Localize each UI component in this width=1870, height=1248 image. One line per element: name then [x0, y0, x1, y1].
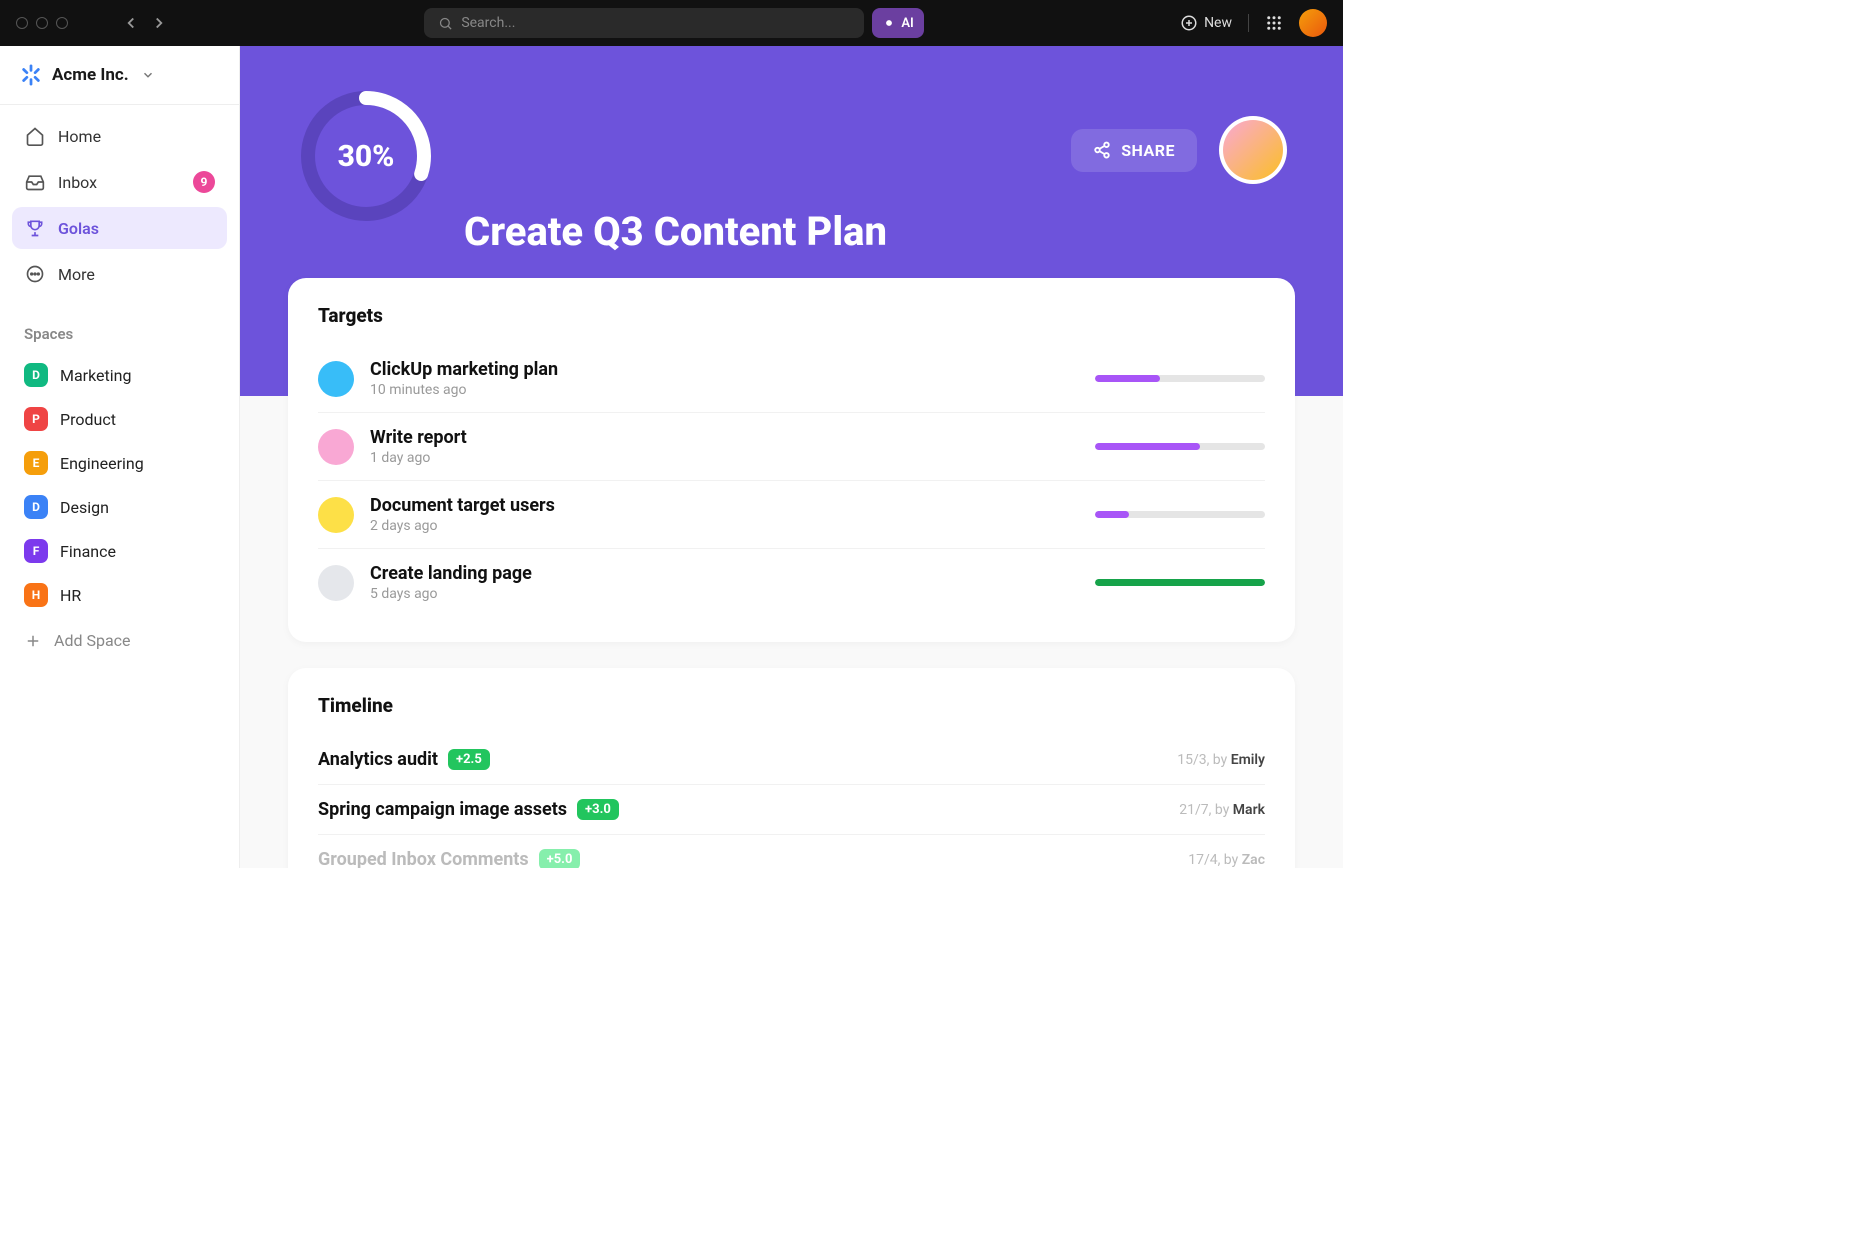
timeline-heading: Timeline — [318, 694, 1265, 717]
inbox-badge: 9 — [193, 171, 215, 193]
space-item[interactable]: D Design — [0, 485, 239, 529]
timeline-meta: 21/7, by Mark — [1179, 802, 1265, 818]
target-title: ClickUp marketing plan — [370, 359, 1079, 380]
divider — [1248, 14, 1249, 32]
more-icon — [25, 264, 45, 284]
progress-percent: 30% — [296, 86, 436, 226]
workspace-name: Acme Inc. — [52, 65, 129, 85]
trophy-icon — [25, 218, 45, 238]
space-item[interactable]: F Finance — [0, 529, 239, 573]
target-row[interactable]: Write report 1 day ago — [318, 413, 1265, 481]
target-row[interactable]: Document target users 2 days ago — [318, 481, 1265, 549]
space-name: Marketing — [60, 366, 131, 385]
window-controls[interactable] — [16, 17, 68, 29]
close-dot[interactable] — [16, 17, 28, 29]
apps-grid-icon[interactable] — [1265, 14, 1283, 32]
space-name: Product — [60, 410, 116, 429]
assignee-avatar — [318, 361, 354, 397]
progress-bar — [1095, 511, 1265, 518]
target-row[interactable]: Create landing page 5 days ago — [318, 549, 1265, 616]
space-badge: P — [24, 407, 48, 431]
add-space-button[interactable]: Add Space — [0, 617, 239, 664]
share-icon — [1093, 141, 1111, 159]
nav-inbox[interactable]: Inbox 9 — [12, 161, 227, 203]
assignee-avatar — [318, 497, 354, 533]
space-name: Engineering — [60, 454, 144, 473]
sparkle-icon — [882, 16, 896, 30]
search-placeholder: Search... — [461, 15, 515, 31]
targets-card: Targets ClickUp marketing plan 10 minute… — [288, 278, 1295, 642]
plus-circle-icon — [1180, 14, 1198, 32]
space-item[interactable]: P Product — [0, 397, 239, 441]
page-title: Create Q3 Content Plan — [464, 208, 887, 255]
space-name: Finance — [60, 542, 116, 561]
target-title: Create landing page — [370, 563, 1079, 584]
user-avatar[interactable] — [1299, 9, 1327, 37]
progress-ring: 30% — [296, 86, 436, 226]
timeline-row[interactable]: Spring campaign image assets +3.0 21/7, … — [318, 785, 1265, 835]
workspace-switcher[interactable]: Acme Inc. — [0, 46, 239, 105]
new-button[interactable]: New — [1180, 14, 1232, 32]
maximize-dot[interactable] — [56, 17, 68, 29]
timeline-card: Timeline Analytics audit +2.5 15/3, by E… — [288, 668, 1295, 868]
timeline-meta: 17/4, by Zac — [1188, 852, 1265, 868]
space-item[interactable]: H HR — [0, 573, 239, 617]
target-meta: 5 days ago — [370, 586, 1079, 602]
progress-bar — [1095, 375, 1265, 382]
search-icon — [438, 16, 453, 31]
ai-button[interactable]: AI — [872, 8, 923, 38]
titlebar: Search... AI New — [0, 0, 1343, 46]
forward-icon[interactable] — [150, 14, 168, 32]
home-icon — [25, 126, 45, 146]
timeline-title: Spring campaign image assets — [318, 799, 567, 820]
assignee-avatar — [318, 565, 354, 601]
space-badge: E — [24, 451, 48, 475]
target-meta: 10 minutes ago — [370, 382, 1079, 398]
back-icon[interactable] — [122, 14, 140, 32]
target-title: Document target users — [370, 495, 1079, 516]
share-button[interactable]: SHARE — [1071, 129, 1197, 172]
owner-avatar[interactable] — [1219, 116, 1287, 184]
targets-heading: Targets — [318, 304, 1265, 327]
space-badge: D — [24, 495, 48, 519]
plus-icon — [24, 632, 42, 650]
assignee-avatar — [318, 429, 354, 465]
target-meta: 2 days ago — [370, 518, 1079, 534]
nav-goals[interactable]: Golas — [12, 207, 227, 249]
timeline-badge: +3.0 — [577, 799, 619, 820]
minimize-dot[interactable] — [36, 17, 48, 29]
inbox-icon — [25, 172, 45, 192]
space-name: Design — [60, 498, 109, 517]
space-badge: H — [24, 583, 48, 607]
chevron-down-icon — [141, 68, 155, 82]
timeline-badge: +5.0 — [539, 849, 581, 868]
space-badge: F — [24, 539, 48, 563]
workspace-logo-icon — [20, 64, 42, 86]
sidebar: Acme Inc. Home Inbox 9 Golas More Spaces — [0, 46, 240, 868]
space-item[interactable]: E Engineering — [0, 441, 239, 485]
target-meta: 1 day ago — [370, 450, 1079, 466]
progress-bar — [1095, 443, 1265, 450]
spaces-header: Spaces — [0, 305, 239, 353]
target-title: Write report — [370, 427, 1079, 448]
timeline-badge: +2.5 — [448, 749, 490, 770]
space-badge: D — [24, 363, 48, 387]
timeline-meta: 15/3, by Emily — [1177, 752, 1265, 768]
space-item[interactable]: D Marketing — [0, 353, 239, 397]
timeline-title: Analytics audit — [318, 749, 438, 770]
search-input[interactable]: Search... — [424, 8, 864, 38]
main-content: 30% Create Q3 Content Plan SHARE Targets… — [240, 46, 1343, 868]
timeline-title: Grouped Inbox Comments — [318, 849, 529, 868]
target-row[interactable]: ClickUp marketing plan 10 minutes ago — [318, 345, 1265, 413]
nav-home[interactable]: Home — [12, 115, 227, 157]
nav-more[interactable]: More — [12, 253, 227, 295]
progress-bar — [1095, 579, 1265, 586]
timeline-row[interactable]: Analytics audit +2.5 15/3, by Emily — [318, 735, 1265, 785]
space-name: HR — [60, 586, 81, 605]
timeline-row[interactable]: Grouped Inbox Comments +5.0 17/4, by Zac — [318, 835, 1265, 868]
